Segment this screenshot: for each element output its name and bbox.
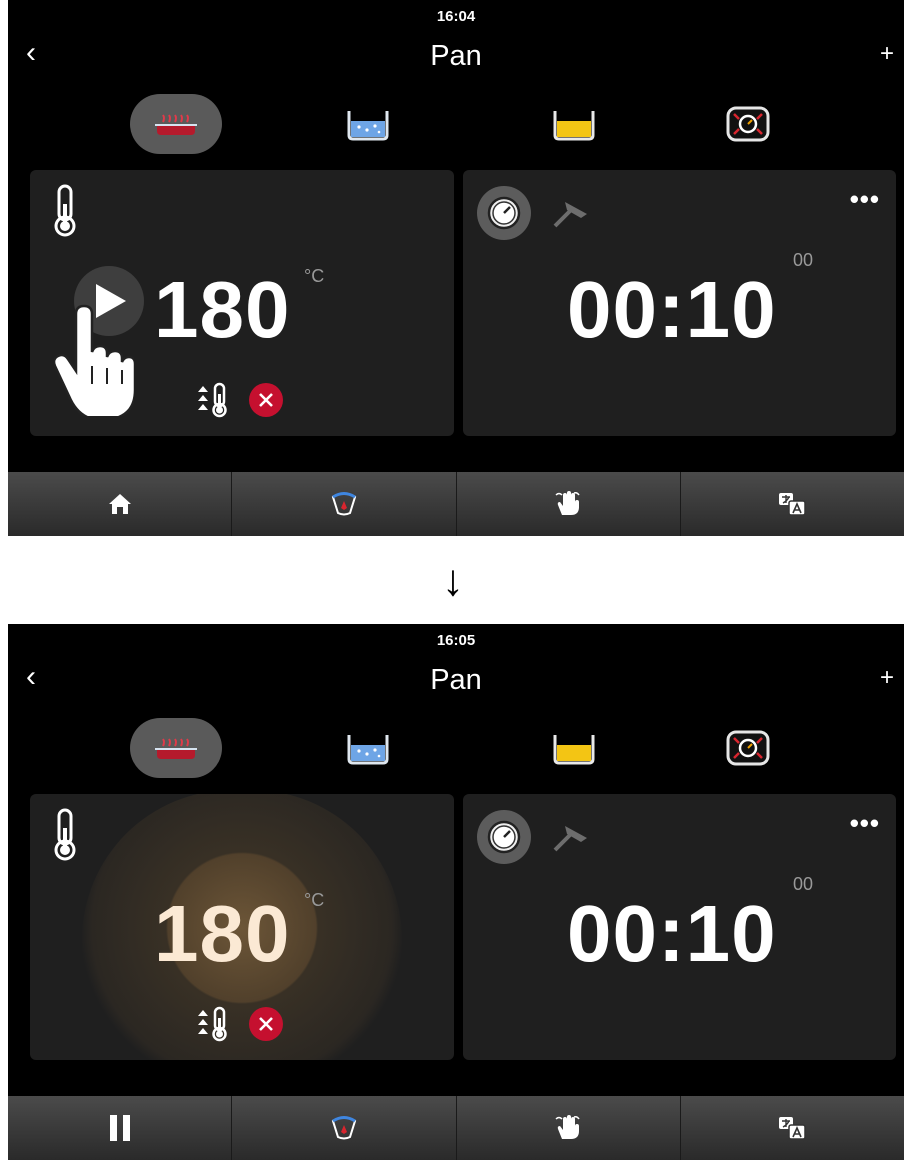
frying-mode-icon — [155, 738, 197, 759]
temperature-control-mode-icon — [726, 730, 770, 766]
probe-icon[interactable] — [551, 820, 591, 854]
timer-seconds: 00 — [793, 250, 814, 270]
water-bath-mode-icon — [347, 111, 389, 141]
cancel-gradual-heating-button[interactable] — [249, 1007, 283, 1041]
timer-panel[interactable]: ••• 00 00:10 — [463, 794, 896, 1060]
temperature-control-mode-icon — [726, 106, 770, 142]
language-icon — [779, 493, 807, 516]
thermometer-icon — [54, 808, 76, 861]
nav-gesture-button[interactable] — [457, 1096, 681, 1160]
hand-gesture-icon — [555, 1115, 580, 1139]
thermometer-icon — [54, 184, 76, 237]
oil-mode-icon — [553, 111, 595, 141]
nav-dial-button[interactable] — [232, 1096, 457, 1160]
stopwatch-icon — [487, 820, 521, 854]
add-button[interactable]: + — [880, 664, 894, 692]
gradual-heating-icon — [198, 382, 227, 418]
mode-frying-button[interactable] — [130, 94, 222, 154]
timer-value[interactable]: 00:10 — [567, 270, 777, 350]
transition-arrow: ↓ — [442, 556, 464, 605]
timer-seconds: 00 — [793, 874, 814, 894]
dial-icon — [331, 492, 357, 516]
mode-water-bath-button[interactable] — [322, 94, 414, 154]
nav-gesture-button[interactable] — [457, 472, 681, 536]
cancel-gradual-heating-button[interactable] — [249, 383, 283, 417]
oil-mode-icon — [553, 735, 595, 765]
bottom-navigation — [8, 472, 904, 536]
mode-oil-button[interactable] — [528, 718, 620, 778]
screen-after: 16:05 ‹ Pan + 180 °C ••• 00 00:10 — [8, 624, 904, 1160]
mode-water-bath-button[interactable] — [322, 718, 414, 778]
more-options-button[interactable]: ••• — [850, 808, 880, 839]
add-button[interactable]: + — [880, 40, 894, 68]
close-icon — [259, 393, 273, 407]
temperature-panel[interactable]: 180 °C — [30, 794, 454, 1060]
status-clock: 16:05 — [436, 632, 476, 649]
timer-value[interactable]: 00:10 — [567, 894, 777, 974]
screen-before: 16:04 ‹ Pan + 180 °C ••• 00 00:10 — [8, 0, 904, 536]
stopwatch-icon — [487, 196, 521, 230]
nav-language-button[interactable] — [681, 472, 904, 536]
more-options-button[interactable]: ••• — [850, 184, 880, 215]
temperature-unit: °C — [304, 266, 325, 286]
bottom-navigation — [8, 1096, 904, 1160]
gradual-heating-icon — [198, 1006, 227, 1042]
temperature-value[interactable]: 180 — [154, 270, 290, 350]
status-clock: 16:04 — [436, 8, 476, 25]
mode-oil-button[interactable] — [528, 94, 620, 154]
timer-mode-button[interactable] — [477, 186, 531, 240]
temperature-value[interactable]: 180 — [154, 894, 290, 974]
water-bath-mode-icon — [347, 735, 389, 765]
pointer-hand-icon — [54, 304, 134, 416]
probe-icon[interactable] — [551, 196, 591, 230]
mode-temperature-control-button[interactable] — [702, 94, 794, 154]
nav-language-button[interactable] — [681, 1096, 904, 1160]
dial-icon — [331, 1116, 357, 1140]
timer-panel[interactable]: ••• 00 00:10 — [463, 170, 896, 436]
nav-home-button[interactable] — [8, 472, 233, 536]
mode-temperature-control-button[interactable] — [702, 718, 794, 778]
page-title: Pan — [430, 664, 482, 696]
temperature-unit: °C — [304, 890, 325, 910]
pause-icon — [109, 1115, 130, 1141]
hand-gesture-icon — [555, 491, 580, 515]
timer-mode-button[interactable] — [477, 810, 531, 864]
nav-pause-button[interactable] — [8, 1096, 233, 1160]
mode-frying-button[interactable] — [130, 718, 222, 778]
nav-dial-button[interactable] — [232, 472, 457, 536]
close-icon — [259, 1017, 273, 1031]
home-icon — [108, 494, 131, 514]
language-icon — [779, 1117, 807, 1140]
frying-mode-icon — [155, 114, 197, 135]
page-title: Pan — [430, 40, 482, 72]
temperature-panel[interactable]: 180 °C — [30, 170, 454, 436]
